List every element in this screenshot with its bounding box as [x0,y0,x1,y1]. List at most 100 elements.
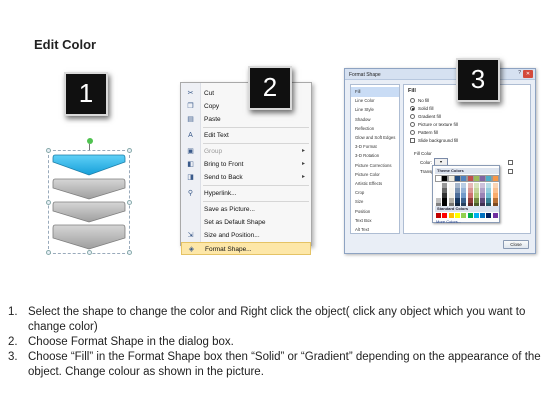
resize-handle[interactable] [46,250,51,255]
rotation-handle[interactable] [87,138,93,144]
fill-option-label: Picture or texture fill [418,122,458,127]
close-icon[interactable]: ✕ [523,70,533,78]
menu-item-label: Edit Text [204,132,229,139]
help-icon[interactable]: ? [518,70,521,76]
standard-color-swatch[interactable] [436,213,441,218]
submenu-arrow-icon: ▸ [301,174,305,180]
fill-option-label: Slide background fill [418,138,459,143]
submenu-arrow-icon: ▸ [301,148,305,154]
standard-color-swatch[interactable] [480,213,486,218]
instruction-item: 2. Choose Format Shape in the dialog box. [8,336,234,348]
copy-icon: ❐ [187,103,194,110]
theme-color-swatch[interactable] [453,175,461,182]
standard-color-swatch[interactable] [448,213,454,218]
fill-option-radio[interactable] [410,130,415,135]
menu-item-label: Send to Back [204,174,243,181]
theme-color-swatch[interactable] [491,175,499,182]
menu-item-label: Bring to Front [204,161,244,168]
instruction-text: Choose Format Shape in the dialog box. [28,336,234,348]
standard-color-swatch[interactable] [473,213,479,218]
color-label: Color: [420,160,433,165]
menu-item-bring-to-front[interactable]: ◧ Bring to Front ▸ [181,158,311,171]
menu-item-label: Copy [204,103,220,110]
menu-item-set-as-default-shape[interactable]: Set as Default Shape [181,216,311,229]
resize-handle[interactable] [127,148,132,153]
theme-color-swatch[interactable] [479,175,487,182]
theme-color-swatch[interactable] [466,175,474,182]
paste-icon: ▤ [187,116,194,123]
dialog-title: Format Shape [345,69,535,80]
dialog-category-list: Fill Line Color Line Style Shadow Reflection… [350,84,400,234]
close-button[interactable]: Close [503,240,529,249]
chevron-shape-gray[interactable] [52,201,126,223]
fill-option-radio[interactable] [410,114,415,119]
submenu-arrow-icon: ▸ [301,161,305,167]
menu-item-group: ▣ Group ▸ [181,145,311,158]
format-shape-dialog: Format Shape ? ✕ Fill Line Color Line Styl… [344,68,536,254]
edit-text-icon: A [188,132,193,139]
resize-handle[interactable] [87,250,92,255]
fill-color-heading: Fill Color [414,151,432,156]
spin-down-icon[interactable] [508,169,513,174]
menu-item-label: Format Shape... [205,246,252,253]
menu-item-label: Hyperlink... [204,190,237,197]
standard-color-swatch[interactable] [486,213,492,218]
menu-separator [203,201,309,202]
color-palette-dropdown: Theme Colors Standard Colors More Colors… [432,165,500,224]
standard-color-swatch[interactable] [467,213,473,218]
step-badge-3: 3 [456,58,500,102]
bring-to-front-icon: ◧ [187,161,194,168]
theme-color-swatch[interactable] [472,175,480,182]
fill-heading: Fill [408,88,416,94]
fill-option-label: Pattern fill [418,130,439,135]
instruction-text: Select the shape to change the color and… [28,306,526,333]
chevron-shape-blue[interactable] [52,154,126,176]
menu-item-paste[interactable]: ▤ Paste [181,113,311,126]
send-to-back-icon: ◨ [187,174,194,181]
menu-item-edit-text[interactable]: A Edit Text [181,129,311,142]
spin-up-icon[interactable] [508,160,513,165]
theme-color-swatch[interactable] [441,175,449,182]
menu-item-send-to-back[interactable]: ◨ Send to Back ▸ [181,171,311,184]
context-menu: ✂ Cut ❐ Copy ▤ Paste A Edit Text ▣ Group ▸ ◧ Bring t… [180,82,312,255]
category-alt-text[interactable]: Alt Text [351,225,399,235]
resize-handle[interactable] [127,250,132,255]
fill-option-radio[interactable] [410,98,415,103]
size-position-icon: ⇲ [187,232,194,239]
chevron-shape-gray[interactable] [52,224,126,250]
instructions-list: 1. Select the shape to change the color a… [8,305,548,380]
menu-item-label: Group [204,148,223,155]
menu-item-label: Cut [204,90,215,97]
menu-item-format-shape[interactable]: ◈ Format Shape... [181,242,311,255]
instruction-item: 3. Choose “Fill” in the Format Shape box … [8,351,541,378]
fill-option-radio[interactable] [410,106,415,111]
slide-background-checkbox[interactable] [410,138,415,143]
theme-color-swatch[interactable] [485,175,493,182]
resize-handle[interactable] [46,148,51,153]
theme-color-swatch[interactable] [447,175,455,182]
menu-item-label: Set as Default Shape [204,219,266,226]
theme-color-swatch[interactable] [460,175,468,182]
fill-option-label: No fill [418,98,430,103]
menu-item-size-and-position[interactable]: ⇲ Size and Position... [181,229,311,242]
standard-color-swatch[interactable] [454,213,460,218]
resize-handle[interactable] [46,200,51,205]
chevron-shape-gray[interactable] [52,178,126,200]
menu-item-hyperlink[interactable]: ⚲ Hyperlink... [181,187,311,200]
theme-colors-heading: Theme Colors [435,168,499,174]
instruction-text: Choose “Fill” in the Format Shape box th… [28,351,541,378]
menu-item-save-as-picture[interactable]: Save as Picture... [181,203,311,216]
fill-option-radio[interactable] [410,122,415,127]
resize-handle[interactable] [127,200,132,205]
more-colors-link[interactable]: More Colors... [436,219,461,224]
standard-colors-heading: Standard Colors [435,206,499,212]
theme-color-swatch[interactable] [435,175,442,182]
standard-color-swatch[interactable] [492,213,498,218]
scissors-icon: ✂ [187,90,194,97]
menu-item-label: Save as Picture... [204,206,255,213]
format-shape-icon: ◈ [188,246,195,253]
shape-stack-panel [44,138,132,256]
group-icon: ▣ [187,148,194,155]
standard-color-swatch[interactable] [442,213,448,218]
standard-color-swatch[interactable] [461,213,467,218]
